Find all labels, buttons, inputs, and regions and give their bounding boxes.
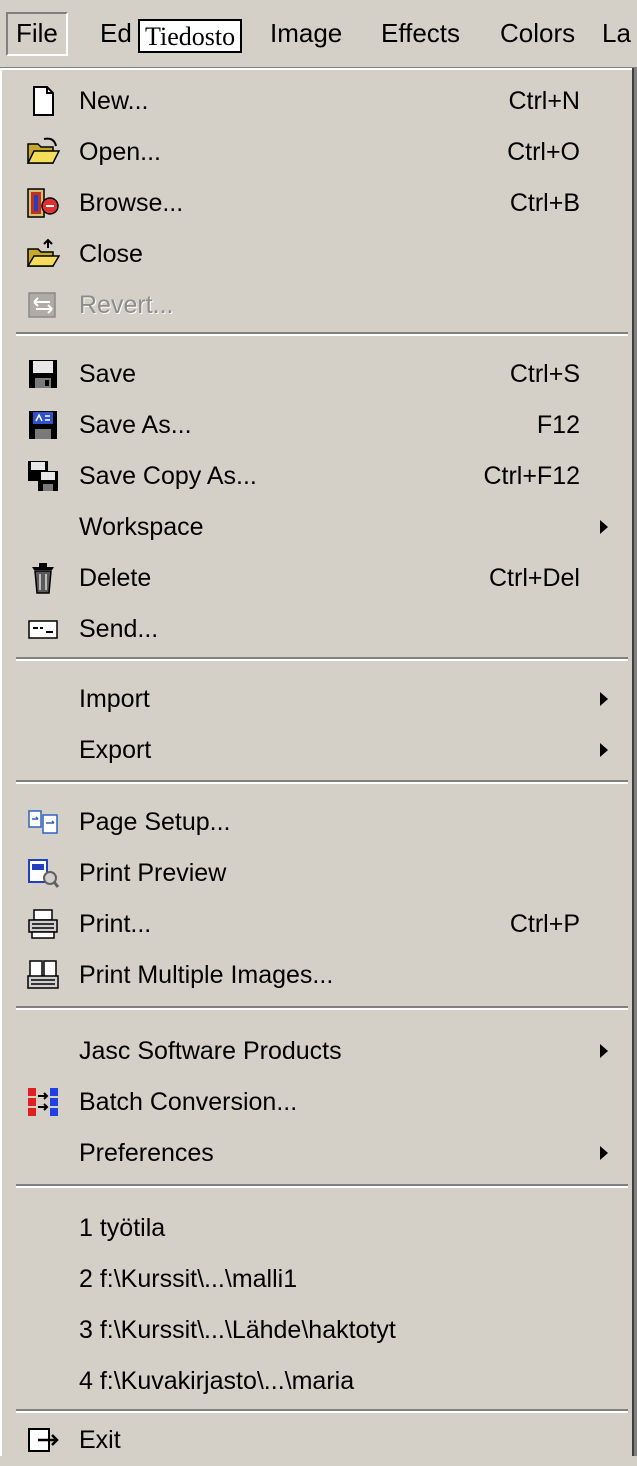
menu-item-label: Revert...: [79, 291, 174, 319]
printer-icon: [26, 907, 60, 941]
menu-bar: File Ed Image Effects Colors La Tiedosto: [0, 0, 637, 68]
tooltip: Tiedosto: [138, 19, 243, 53]
menu-item-export[interactable]: Export: [2, 724, 632, 776]
menu-item-shortcut: Ctrl+Del: [489, 564, 580, 592]
menu-item-label: Send...: [79, 615, 159, 643]
menu-item-label: 4 f:\Kuvakirjasto\...\maria: [79, 1367, 355, 1395]
print-multiple-icon: [26, 958, 60, 992]
menu-item-preferences[interactable]: Preferences: [2, 1127, 632, 1179]
menu-item-shortcut: Ctrl+N: [508, 87, 580, 115]
menubar-layers[interactable]: La: [602, 16, 631, 50]
close-folder-icon: [26, 237, 60, 271]
menu-item-jasc-products[interactable]: Jasc Software Products: [2, 1025, 632, 1077]
menubar-edit[interactable]: Ed: [100, 16, 132, 50]
send-icon: [26, 612, 60, 646]
menu-item-label: Open...: [79, 138, 161, 166]
menu-item-label: Save As...: [79, 411, 192, 439]
menu-item-label: Jasc Software Products: [79, 1037, 342, 1065]
menu-item-label: Import: [79, 685, 150, 713]
menu-item-label: Page Setup...: [79, 808, 231, 836]
menu-separator: [16, 657, 628, 661]
menu-item-close[interactable]: Close: [2, 228, 632, 280]
menu-item-label: Print Multiple Images...: [79, 961, 334, 989]
menu-item-exit[interactable]: Exit: [2, 1414, 632, 1466]
menu-item-save[interactable]: Save Ctrl+S: [2, 348, 632, 400]
menu-item-save-copy-as[interactable]: Save Copy As... Ctrl+F12: [2, 450, 632, 502]
menu-item-new[interactable]: New... Ctrl+N: [2, 75, 632, 127]
page-setup-icon: [26, 805, 60, 839]
menu-item-shortcut: Ctrl+F12: [483, 462, 580, 490]
menu-separator: [16, 1006, 628, 1010]
menu-item-workspace[interactable]: Workspace: [2, 501, 632, 553]
menu-item-send[interactable]: Send...: [2, 603, 632, 655]
menu-item-revert[interactable]: Revert...: [2, 279, 632, 331]
menu-item-label: Workspace: [79, 513, 204, 541]
menu-item-label: New...: [79, 87, 149, 115]
menu-item-print-preview[interactable]: Print Preview: [2, 847, 632, 899]
menubar-colors[interactable]: Colors: [500, 16, 575, 50]
recent-file-item[interactable]: 1 työtila: [2, 1202, 632, 1254]
revert-icon: [26, 288, 60, 322]
menu-item-label: Exit: [79, 1426, 121, 1454]
menu-item-shortcut: Ctrl+O: [507, 138, 580, 166]
submenu-arrow-icon: [600, 692, 608, 706]
save-copy-icon: [26, 459, 60, 493]
menu-item-label: Save Copy As...: [79, 462, 257, 490]
menu-item-shortcut: Ctrl+S: [509, 360, 580, 388]
menubar-file[interactable]: File: [6, 12, 68, 56]
menu-item-label: Browse...: [79, 189, 184, 217]
menu-item-label: Close: [79, 240, 143, 268]
menu-item-print[interactable]: Print... Ctrl+P: [2, 898, 632, 950]
exit-icon: [26, 1423, 60, 1457]
menu-item-save-as[interactable]: Save As... F12: [2, 399, 632, 451]
menu-item-label: Export: [79, 736, 152, 764]
menu-item-browse[interactable]: Browse... Ctrl+B: [2, 177, 632, 229]
menu-item-print-multiple[interactable]: Print Multiple Images...: [2, 949, 632, 1001]
recent-file-item[interactable]: 2 f:\Kurssit\...\malli1: [2, 1253, 632, 1305]
trash-icon: [26, 561, 60, 595]
menu-item-label: Print...: [79, 910, 152, 938]
menubar-image[interactable]: Image: [270, 16, 342, 50]
browse-icon: [26, 186, 60, 220]
submenu-arrow-icon: [600, 1146, 608, 1160]
menu-item-batch-conversion[interactable]: Batch Conversion...: [2, 1076, 632, 1128]
menu-separator: [16, 1409, 628, 1413]
menu-item-label: 3 f:\Kurssit\...\Lähde\haktotyt: [79, 1316, 396, 1344]
submenu-arrow-icon: [600, 1044, 608, 1058]
save-icon: [26, 357, 60, 391]
menu-separator: [16, 332, 628, 336]
menu-separator: [16, 1184, 628, 1188]
menubar-effects[interactable]: Effects: [381, 16, 460, 50]
recent-file-item[interactable]: 3 f:\Kurssit\...\Lähde\haktotyt: [2, 1304, 632, 1356]
save-as-icon: [26, 408, 60, 442]
print-preview-icon: [26, 856, 60, 890]
menu-item-open[interactable]: Open... Ctrl+O: [2, 126, 632, 178]
menu-item-label: Print Preview: [79, 859, 227, 887]
menu-item-shortcut: F12: [536, 411, 580, 439]
submenu-arrow-icon: [600, 743, 608, 757]
file-menu: New... Ctrl+N Open... Ctrl+O Browse... C…: [0, 68, 637, 1456]
menu-item-label: Save: [79, 360, 136, 388]
menu-item-delete[interactable]: Delete Ctrl+Del: [2, 552, 632, 604]
menu-item-shortcut: Ctrl+B: [509, 189, 580, 217]
menu-item-label: 2 f:\Kurssit\...\malli1: [79, 1265, 298, 1293]
submenu-arrow-icon: [600, 520, 608, 534]
menu-item-label: Preferences: [79, 1139, 214, 1167]
menu-item-label: Batch Conversion...: [79, 1088, 298, 1116]
batch-conversion-icon: [26, 1085, 60, 1119]
menu-item-page-setup[interactable]: Page Setup...: [2, 796, 632, 848]
new-document-icon: [26, 84, 60, 118]
open-folder-icon: [26, 135, 60, 169]
menu-item-import[interactable]: Import: [2, 673, 632, 725]
recent-file-item[interactable]: 4 f:\Kuvakirjasto\...\maria: [2, 1355, 632, 1407]
menu-item-label: 1 työtila: [79, 1214, 166, 1242]
menu-separator: [16, 780, 628, 784]
menu-item-label: Delete: [79, 564, 152, 592]
menu-item-shortcut: Ctrl+P: [509, 910, 580, 938]
